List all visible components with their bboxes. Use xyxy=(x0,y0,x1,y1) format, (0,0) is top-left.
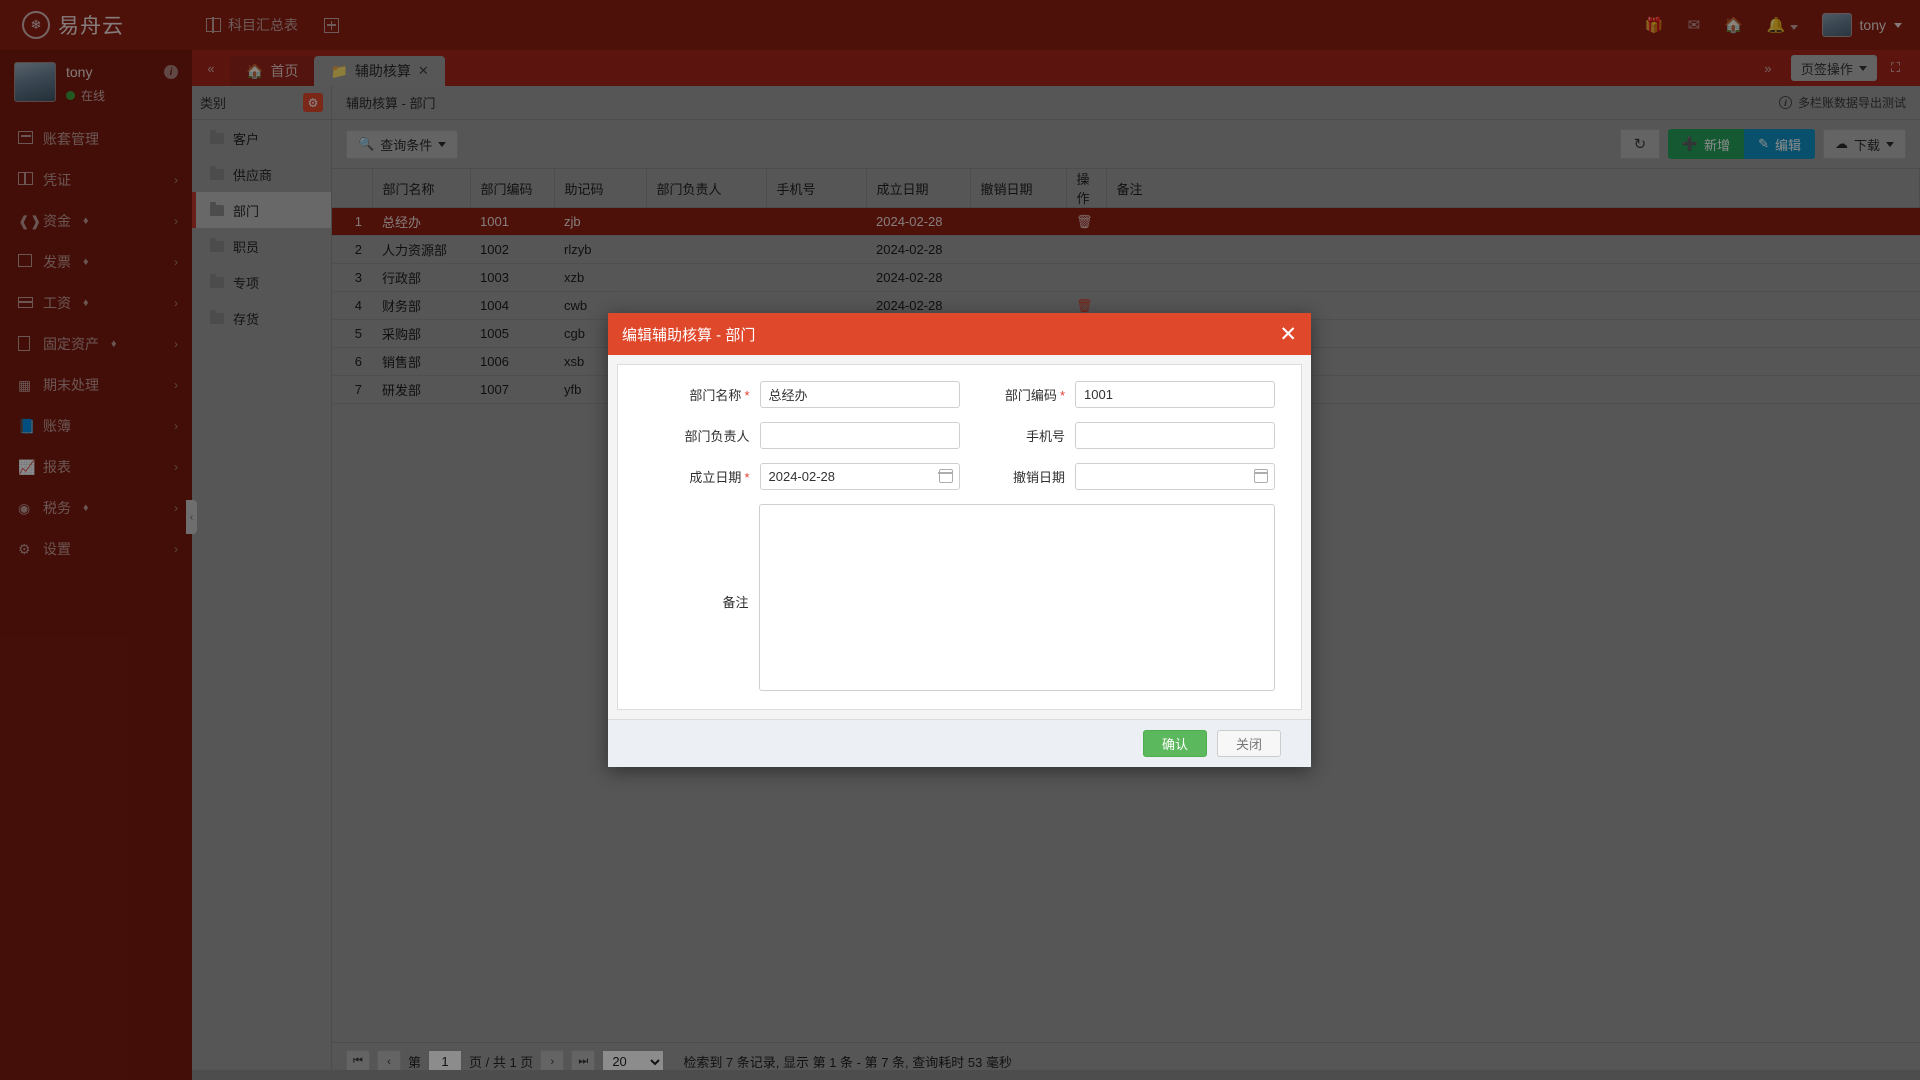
field-founded-date: 成立日期 * xyxy=(644,463,960,490)
field-label: 部门负责人 xyxy=(684,429,750,444)
edit-dialog: 编辑辅助核算 - 部门 ✕ 部门名称* 部门编码* xyxy=(608,313,1311,767)
department-code-input[interactable] xyxy=(1075,381,1275,408)
field-label: 手机号 xyxy=(1025,429,1065,444)
form-row-manager-phone: 部门负责人 手机号 xyxy=(644,422,1275,449)
field-label: 成立日期 * xyxy=(689,470,750,485)
form-row-name-code: 部门名称* 部门编码* xyxy=(644,381,1275,408)
field-label: 备注 xyxy=(722,595,749,610)
confirm-button[interactable]: 确认 xyxy=(1143,730,1207,757)
field-department-code: 部门编码 * xyxy=(960,381,1275,408)
dialog-header: 编辑辅助核算 - 部门 ✕ xyxy=(608,313,1311,355)
field-label: 部门编码 * xyxy=(1004,388,1065,403)
dialog-body: 部门名称* 部门编码* 部门负责人 xyxy=(617,364,1302,710)
department-name-input[interactable] xyxy=(759,381,960,408)
field-revoked-date: 撤销日期 xyxy=(960,463,1275,490)
close-icon[interactable]: ✕ xyxy=(1279,324,1297,345)
field-label: 部门名称 * xyxy=(689,388,750,403)
app-root: ❄ 易舟云 科目汇总表 🎁 ✉ 🏠 🔔 tony tony i 在线 账套管理 … xyxy=(0,0,1920,1080)
form-row-memo: 备注 xyxy=(644,504,1275,691)
phone-input[interactable] xyxy=(1075,422,1275,449)
field-phone: 手机号 xyxy=(960,422,1275,449)
revoked-date-input[interactable] xyxy=(1075,463,1275,490)
founded-date-input[interactable] xyxy=(759,463,960,490)
memo-textarea[interactable] xyxy=(758,504,1275,691)
status-bar xyxy=(192,1070,1920,1080)
department-manager-input[interactable] xyxy=(759,422,960,449)
field-department-name: 部门名称 * xyxy=(644,381,960,408)
field-label: 撤销日期 xyxy=(1012,470,1065,485)
dialog-title: 编辑辅助核算 - 部门 xyxy=(622,326,756,344)
close-button[interactable]: 关闭 xyxy=(1217,730,1281,757)
field-department-manager: 部门负责人 xyxy=(644,422,960,449)
dialog-footer: 确认 关闭 xyxy=(608,719,1311,767)
required-marker: * xyxy=(744,470,750,485)
required-marker: * xyxy=(1059,388,1065,403)
form-row-dates: 成立日期* 撤销日期 xyxy=(644,463,1275,490)
required-marker: * xyxy=(744,388,750,403)
